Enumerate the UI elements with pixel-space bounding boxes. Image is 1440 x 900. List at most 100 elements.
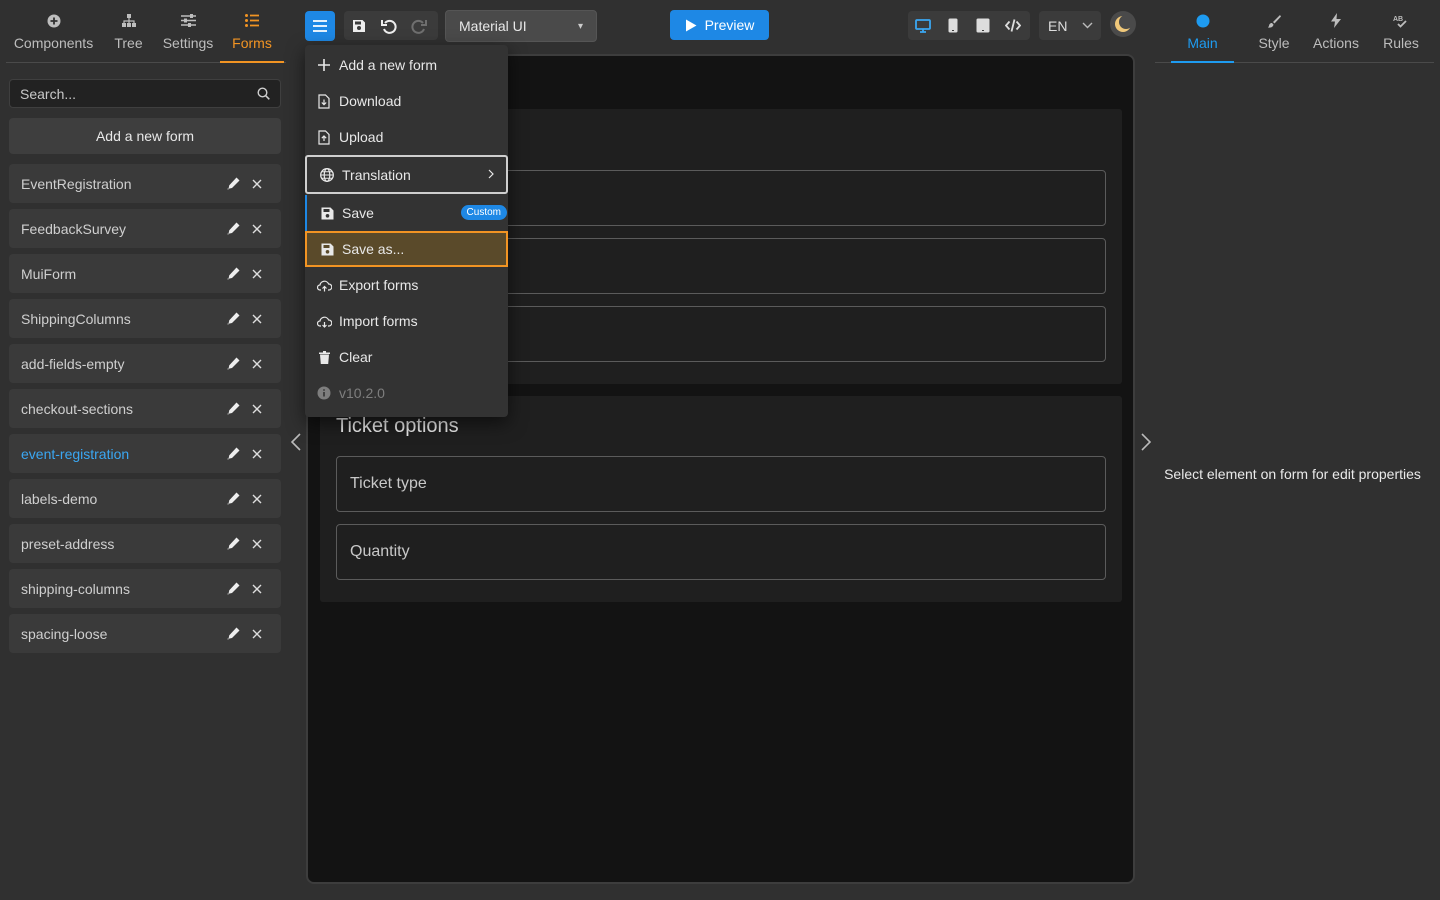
delete-form-button[interactable] [245,307,269,331]
close-icon [252,449,262,459]
pencil-icon [227,627,240,640]
form-section[interactable]: Ticket options Ticket type Quantity [320,396,1122,602]
delete-form-button[interactable] [245,532,269,556]
caret-down-icon: ▾ [577,20,583,32]
menu-item-download[interactable]: Download [305,83,508,119]
tab-main[interactable]: Main [1155,8,1250,63]
search-input[interactable] [20,85,257,102]
tab-rules[interactable]: AB Rules [1374,8,1428,62]
tab-tree[interactable]: Tree [101,8,156,62]
menu-item-save[interactable]: Save Custom [305,195,508,231]
collapse-left-button[interactable] [284,430,308,454]
edit-form-button[interactable] [221,217,245,241]
mobile-view-button[interactable] [938,11,968,40]
form-name: FeedbackSurvey [21,220,127,237]
main-menu-button[interactable] [305,11,335,41]
save-toolbar-button[interactable] [344,11,374,40]
delete-form-button[interactable] [245,487,269,511]
form-name: ShippingColumns [21,310,131,327]
code-view-button[interactable] [998,11,1028,40]
delete-form-button[interactable] [245,442,269,466]
main-menu: Add a new form Download Upload Translati… [305,45,508,417]
custom-badge: Custom [460,205,507,220]
ticket-type-field[interactable]: Ticket type [336,456,1106,512]
search-icon[interactable] [257,87,270,100]
tab-forms[interactable]: Forms [220,8,284,63]
menu-item-export-forms[interactable]: Export forms [305,267,508,303]
edit-form-button[interactable] [221,397,245,421]
sliders-icon [180,12,196,29]
edit-form-button[interactable] [221,352,245,376]
edit-form-button[interactable] [221,307,245,331]
menu-item-save-as[interactable]: Save as... [305,231,508,267]
bolt-icon [1331,12,1341,29]
cloud-download-icon [316,313,332,329]
form-list-item[interactable]: MuiForm [9,254,281,293]
collapse-right-button[interactable] [1134,430,1158,454]
edit-form-button[interactable] [221,577,245,601]
pencil-icon [227,267,240,280]
preview-label: Preview [704,17,755,33]
delete-form-button[interactable] [245,262,269,286]
pencil-icon [227,582,240,595]
theme-toggle-button[interactable] [1110,11,1136,37]
menu-item-clear[interactable]: Clear [305,339,508,375]
close-icon [252,314,262,324]
edit-form-button[interactable] [221,622,245,646]
quantity-field[interactable]: Quantity [336,524,1106,580]
delete-form-button[interactable] [245,577,269,601]
chevron-down-icon [1082,22,1093,29]
pencil-icon [227,447,240,460]
delete-form-button[interactable] [245,622,269,646]
desktop-view-button[interactable] [908,11,938,40]
form-list-item[interactable]: FeedbackSurvey [9,209,281,248]
language-select[interactable]: EN [1039,11,1101,40]
delete-form-button[interactable] [245,352,269,376]
menu-item-version: v10.2.0 [305,375,508,411]
delete-form-button[interactable] [245,397,269,421]
pencil-icon [227,177,240,190]
form-list-item[interactable]: EventRegistration [9,164,281,203]
hamburger-icon [313,20,327,32]
delete-form-button[interactable] [245,172,269,196]
undo-button[interactable] [374,11,404,40]
form-list-item[interactable]: checkout-sections [9,389,281,428]
form-list-item[interactable]: spacing-loose [9,614,281,653]
form-list-item[interactable]: add-fields-empty [9,344,281,383]
menu-label: Download [339,93,402,109]
edit-form-button[interactable] [221,532,245,556]
tablet-view-button[interactable] [968,11,998,40]
menu-item-upload[interactable]: Upload [305,119,508,155]
tab-actions[interactable]: Actions [1298,8,1374,62]
edit-form-button[interactable] [221,442,245,466]
pencil-icon [227,357,240,370]
add-new-form-button[interactable]: Add a new form [9,118,281,154]
spellcheck-icon: AB [1393,12,1409,29]
form-list-item[interactable]: preset-address [9,524,281,563]
menu-item-translation[interactable]: Translation [305,155,508,194]
plus-icon [316,57,332,73]
form-list-item[interactable]: ShippingColumns [9,299,281,338]
preview-button[interactable]: Preview [670,10,769,40]
form-list-item[interactable]: shipping-columns [9,569,281,608]
delete-form-button[interactable] [245,217,269,241]
trash-icon [316,349,332,365]
form-list-item[interactable]: event-registration [9,434,281,473]
tab-label: Rules [1383,35,1419,51]
ui-theme-select[interactable]: Material UI ▾ [445,10,597,42]
close-icon [252,494,262,504]
menu-label: Add a new form [339,57,438,73]
play-icon [685,19,697,32]
svg-text:AB: AB [1393,16,1403,23]
menu-item-add-new-form[interactable]: Add a new form [305,47,508,83]
menu-item-import-forms[interactable]: Import forms [305,303,508,339]
redo-button[interactable] [404,11,434,40]
tab-style[interactable]: Style [1250,8,1298,62]
tab-components[interactable]: Components [6,8,101,62]
edit-form-button[interactable] [221,487,245,511]
edit-form-button[interactable] [221,262,245,286]
tab-settings[interactable]: Settings [156,8,220,62]
edit-form-button[interactable] [221,172,245,196]
form-list-item[interactable]: labels-demo [9,479,281,518]
version-label: v10.2.0 [339,385,385,401]
